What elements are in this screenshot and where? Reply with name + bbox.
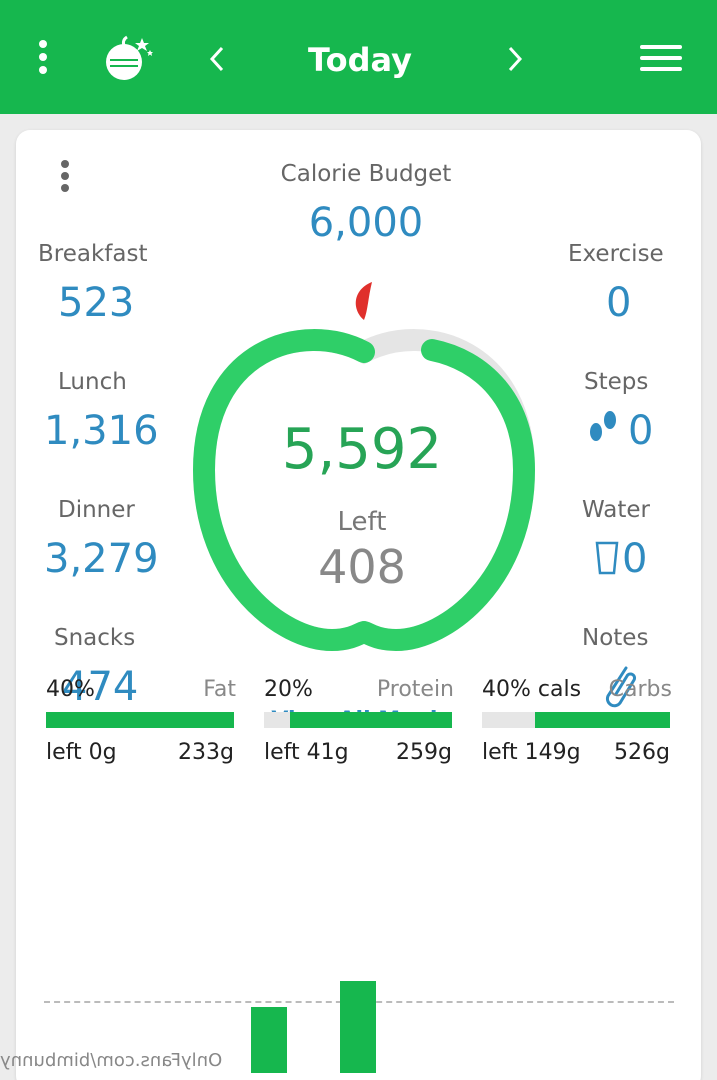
fat-progress-bar [46, 712, 234, 728]
apple-logo-icon [106, 35, 153, 80]
macro-fat: Fat 40% [46, 676, 236, 704]
chart-bar[interactable] [251, 1007, 287, 1073]
macro-left: left 41g [264, 740, 349, 765]
footsteps-icon [590, 411, 616, 441]
chevron-left-icon[interactable] [202, 40, 232, 78]
protein-progress-bar [264, 712, 452, 728]
app-header: Today [0, 0, 717, 114]
water-glass-icon [595, 541, 619, 575]
calories-left-value: 408 [318, 540, 406, 594]
lunch-value[interactable]: 1,316 [44, 408, 159, 454]
summary-card: Calorie Budget 6,000 Breakfast 523 Lunch… [16, 130, 701, 1080]
water-label: Water [582, 497, 650, 523]
macro-name: Protein [376, 677, 454, 702]
calories-left-label: Left [337, 507, 387, 537]
lunch-label: Lunch [58, 369, 127, 395]
dinner-value[interactable]: 3,279 [44, 536, 159, 582]
calorie-budget-value[interactable]: 6,000 [246, 200, 486, 246]
kebab-icon[interactable] [33, 40, 53, 78]
chart-bar[interactable] [340, 981, 376, 1073]
steps-label: Steps [584, 369, 649, 395]
macro-left: left 149g [482, 740, 581, 765]
breakfast-label: Breakfast [38, 241, 148, 267]
macro-name: Fat [203, 677, 236, 702]
exercise-label: Exercise [568, 241, 664, 267]
macro-carbs: Carbs 40% cals [482, 676, 672, 704]
snacks-label: Snacks [54, 625, 136, 651]
calorie-budget-label: Calorie Budget [280, 161, 452, 187]
carbs-progress-bar [482, 712, 670, 728]
page-title: Today [308, 41, 412, 79]
macro-protein: Protein 20% [264, 676, 454, 704]
macro-grams: 259g [396, 740, 452, 765]
macro-grams: 233g [178, 740, 234, 765]
card-kebab-icon[interactable] [58, 160, 72, 196]
macro-percent: 20% [264, 677, 313, 702]
water-value[interactable]: 0 [622, 536, 647, 582]
exercise-value[interactable]: 0 [606, 280, 631, 326]
notes-label: Notes [582, 625, 649, 651]
hamburger-icon[interactable] [640, 45, 682, 71]
dinner-label: Dinner [58, 497, 135, 523]
macro-grams: 526g [614, 740, 670, 765]
watermark-text: OnlyFans.com/bimbunny [0, 1050, 223, 1071]
macro-name: Carbs [608, 677, 672, 702]
chevron-right-icon[interactable] [500, 40, 530, 78]
macro-percent: 40% cals [482, 677, 582, 702]
macro-percent: 40% [46, 677, 95, 702]
calories-eaten-value: 5,592 [281, 417, 443, 482]
breakfast-value[interactable]: 523 [58, 280, 134, 326]
macro-left: left 0g [46, 740, 117, 765]
steps-value[interactable]: 0 [628, 408, 653, 454]
